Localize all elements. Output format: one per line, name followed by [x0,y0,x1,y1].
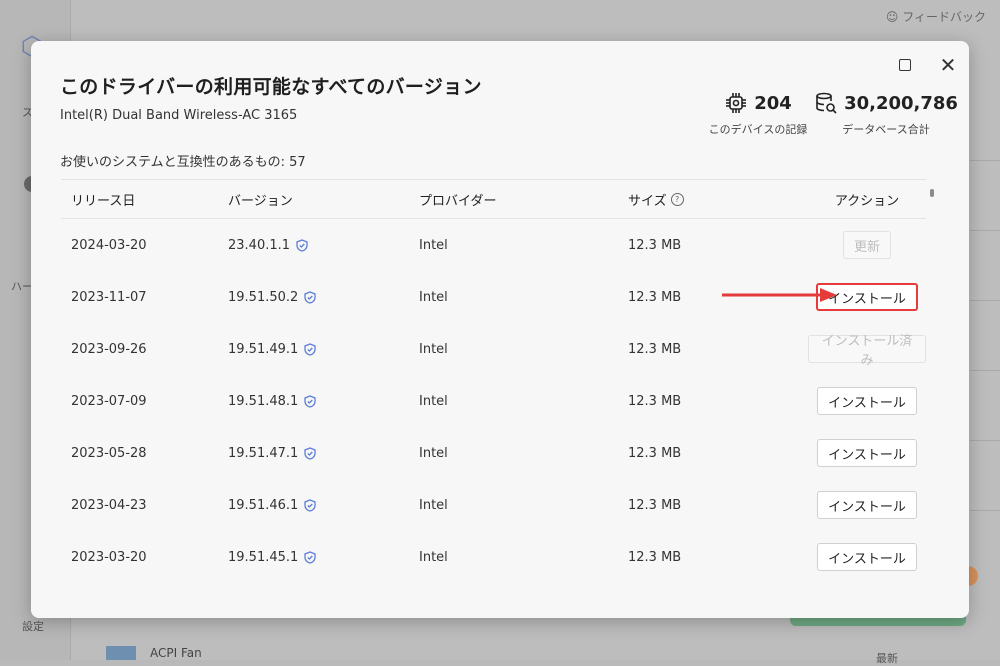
database-search-icon [814,91,838,115]
feedback-link[interactable]: ☺ フィードバック [886,8,986,25]
release-date: 2023-07-09 [71,393,147,409]
install-button[interactable]: インストール [817,387,917,415]
verified-shield-icon [304,394,316,408]
version-cell: 19.51.50.2 [218,290,409,305]
release-date: 2023-04-23 [71,497,147,513]
version-number: 19.51.46.1 [228,497,299,513]
red-arrow-annotation [722,288,837,302]
version-number: 19.51.49.1 [228,341,299,357]
provider: Intel [419,393,448,409]
help-icon[interactable]: ? [670,192,684,206]
release-date: 2023-11-07 [71,289,147,305]
verified-shield-icon [296,238,308,252]
header-size[interactable]: サイズ ? [618,190,808,209]
table-row: 2023-09-26 19.51.49.1 Intel 12.3 MB インストール済み [61,323,926,375]
release-date: 2023-03-20 [71,549,147,565]
device-name: Intel(R) Dual Band Wireless-AC 3165 [60,108,298,123]
close-button[interactable]: ✕ [934,51,962,79]
header-action: アクション [834,193,900,209]
versions-table: リリース日 バージョン プロバイダー サイズ ? アクション 2024-03-2… [61,179,926,583]
sidebar-item-settings[interactable]: 設定 [0,618,44,634]
install-button[interactable]: インストール [817,439,917,467]
file-size: 12.3 MB [628,341,682,357]
verified-shield-icon [304,550,316,564]
compatible-count: お使いのシステムと互換性のあるもの: 57 [60,155,306,170]
version-number: 23.40.1.1 [228,237,291,253]
driver-versions-dialog: ✕ このドライバーの利用可能なすべてのバージョン Intel(R) Dual B… [31,41,969,618]
provider: Intel [419,341,448,357]
maximize-button[interactable] [891,51,919,79]
provider: Intel [419,497,448,513]
device-item-acpi-fan: ACPI Fan [150,646,202,660]
verified-shield-icon [304,290,316,304]
version-number: 19.51.47.1 [228,445,299,461]
stat-device-records: 204 このデバイスの記録 [703,91,813,137]
table-row: 2023-05-28 19.51.47.1 Intel 12.3 MB インストール [61,427,926,479]
table-row: 2024-03-20 23.40.1.1 Intel 12.3 MB 更新 [61,219,926,271]
provider: Intel [419,237,448,253]
dialog-title: このドライバーの利用可能なすべてのバージョン [60,76,482,98]
maximize-icon [899,59,911,71]
version-number: 19.51.48.1 [228,393,299,409]
file-size: 12.3 MB [628,497,682,513]
feedback-icon: ☺ [885,10,899,24]
verified-shield-icon [304,342,316,356]
version-cell: 19.51.48.1 [218,394,409,409]
action-cell: インストール [808,543,926,571]
scrollbar-thumb[interactable] [930,189,934,197]
file-size: 12.3 MB [628,393,682,409]
table-body: 2024-03-20 23.40.1.1 Intel 12.3 MB 更新 2023-11… [61,219,926,583]
device-records-label: このデバイスの記録 [708,123,808,136]
release-date: 2024-03-20 [71,237,147,253]
verified-shield-icon [304,498,316,512]
header-provider[interactable]: プロバイダー [409,190,618,209]
fan-device-icon [106,646,136,660]
version-cell: 19.51.46.1 [218,498,409,513]
device-records-value: 204 [754,92,792,114]
install-button[interactable]: インストール [817,543,917,571]
action-button-disabled: 更新 [842,231,891,259]
action-button-disabled: インストール済み [808,334,926,368]
header-release-date[interactable]: リリース日 [61,190,218,209]
table-row: 2023-07-09 19.51.48.1 Intel 12.3 MB インストール [61,375,926,427]
table-row: 2023-04-23 19.51.46.1 Intel 12.3 MB インストール [61,479,926,531]
action-cell: インストール [808,491,926,519]
install-button[interactable]: インストール [817,491,917,519]
release-date: 2023-05-28 [71,445,147,461]
header-version[interactable]: バージョン [218,190,409,209]
version-cell: 19.51.49.1 [218,342,409,357]
version-cell: 23.40.1.1 [218,238,409,253]
action-cell: インストール [808,439,926,467]
action-cell: インストール済み [808,334,926,368]
table-row: 2023-03-20 19.51.45.1 Intel 12.3 MB インストール [61,531,926,583]
background-status: 最新 [876,652,898,665]
version-number: 19.51.45.1 [228,549,299,565]
stat-database-total: 30,200,786 データベース合計 [811,91,961,137]
chip-icon [724,91,748,115]
file-size: 12.3 MB [628,445,682,461]
provider: Intel [419,445,448,461]
action-cell: 更新 [808,231,926,259]
version-cell: 19.51.47.1 [218,446,409,461]
verified-shield-icon [304,446,316,460]
database-total-label: データベース合計 [842,123,930,136]
action-cell: インストール [808,387,926,415]
provider: Intel [419,549,448,565]
table-header: リリース日 バージョン プロバイダー サイズ ? アクション [61,179,926,219]
version-cell: 19.51.45.1 [218,550,409,565]
version-number: 19.51.50.2 [228,289,299,305]
database-total-value: 30,200,786 [844,92,958,114]
close-icon: ✕ [939,53,957,77]
provider: Intel [419,289,448,305]
release-date: 2023-09-26 [71,341,147,357]
file-size: 12.3 MB [628,549,682,565]
file-size: 12.3 MB [628,237,682,253]
